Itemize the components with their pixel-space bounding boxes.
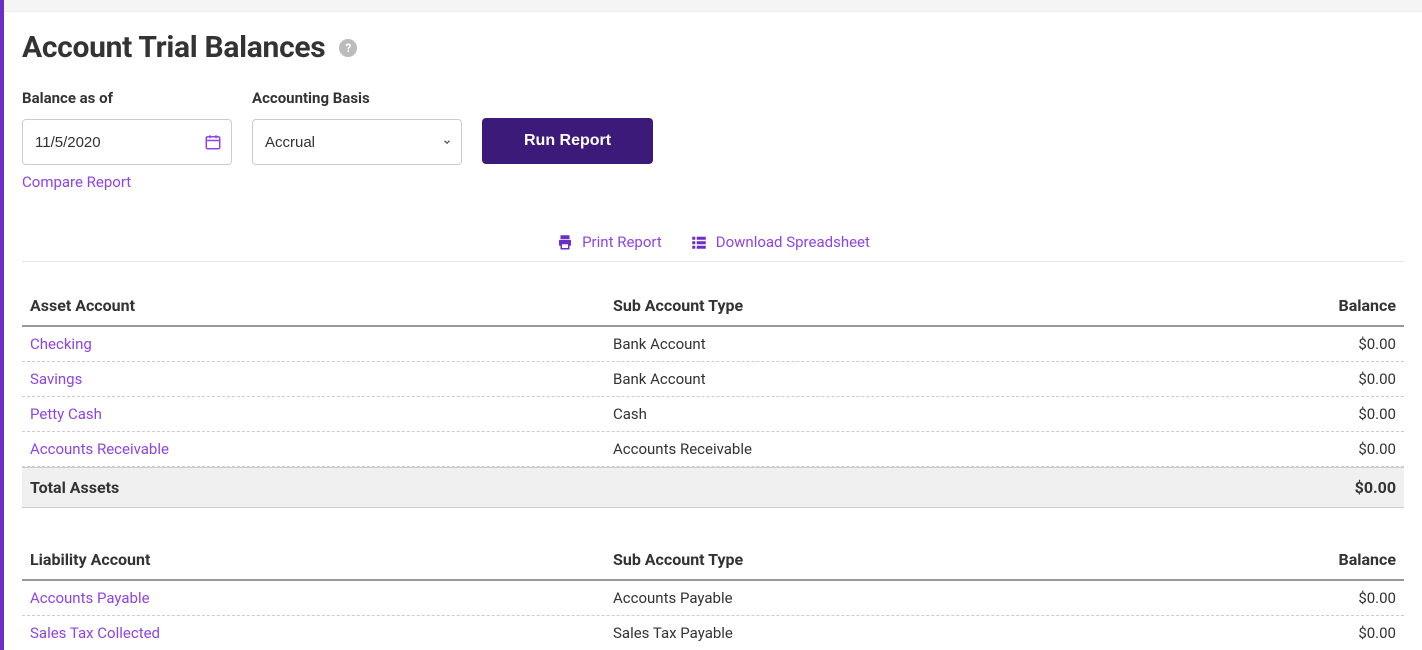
sub-account-cell: Sales Tax Payable <box>613 624 1196 642</box>
sub-account-cell: Bank Account <box>613 370 1196 388</box>
print-icon <box>556 233 574 251</box>
sub-account-cell: Cash <box>613 405 1196 423</box>
balance-date-input[interactable] <box>22 119 232 165</box>
balance-cell: $0.00 <box>1196 405 1396 423</box>
accounting-basis-label: Accounting Basis <box>252 89 462 107</box>
sub-account-cell: Accounts Receivable <box>613 440 1196 458</box>
balance-cell: $0.00 <box>1196 589 1396 607</box>
balance-cell: $0.00 <box>1196 335 1396 353</box>
actions-row: Print Report Download Spreadsheet <box>22 215 1404 262</box>
print-report-link[interactable]: Print Report <box>556 233 662 251</box>
liabilities-table: Liability Account Sub Account Type Balan… <box>22 540 1404 650</box>
sub-account-cell: Bank Account <box>613 335 1196 353</box>
section-gap <box>22 508 1404 540</box>
balance-date-label: Balance as of <box>22 89 232 107</box>
balance-date-group: Balance as of Compare Report <box>22 89 232 191</box>
total-assets-value: $0.00 <box>1196 478 1396 497</box>
spreadsheet-icon <box>690 233 708 251</box>
help-icon[interactable]: ? <box>339 39 357 57</box>
table-row: Sales Tax Collected Sales Tax Payable $0… <box>22 616 1404 650</box>
assets-table: Asset Account Sub Account Type Balance C… <box>22 286 1404 508</box>
account-link[interactable]: Accounts Receivable <box>30 440 613 458</box>
table-row: Petty Cash Cash $0.00 <box>22 397 1404 432</box>
date-input-wrap <box>22 119 232 165</box>
table-row: Accounts Receivable Accounts Receivable … <box>22 432 1404 467</box>
sub-account-cell: Accounts Payable <box>613 589 1196 607</box>
table-row: Savings Bank Account $0.00 <box>22 362 1404 397</box>
assets-header-account: Asset Account <box>30 296 613 315</box>
assets-header-sub: Sub Account Type <box>613 296 1196 315</box>
liabilities-header-account: Liability Account <box>30 550 613 569</box>
basis-select-wrap: Accrual <box>252 119 462 165</box>
liabilities-header-balance: Balance <box>1196 550 1396 569</box>
account-link[interactable]: Accounts Payable <box>30 589 613 607</box>
run-report-button[interactable]: Run Report <box>482 118 653 164</box>
compare-report-link[interactable]: Compare Report <box>22 173 232 191</box>
page-title-row: Account Trial Balances ? <box>22 30 1404 65</box>
top-bar <box>4 0 1422 12</box>
liabilities-header-sub: Sub Account Type <box>613 550 1196 569</box>
balance-cell: $0.00 <box>1196 440 1396 458</box>
accounting-basis-select[interactable]: Accrual <box>252 119 462 165</box>
balance-cell: $0.00 <box>1196 624 1396 642</box>
page-title: Account Trial Balances <box>22 30 325 65</box>
download-spreadsheet-label: Download Spreadsheet <box>716 233 870 251</box>
account-link[interactable]: Savings <box>30 370 613 388</box>
account-link[interactable]: Checking <box>30 335 613 353</box>
download-spreadsheet-link[interactable]: Download Spreadsheet <box>690 233 870 251</box>
account-link[interactable]: Sales Tax Collected <box>30 624 613 642</box>
balance-cell: $0.00 <box>1196 370 1396 388</box>
main-content: Account Trial Balances ? Balance as of C… <box>4 12 1422 650</box>
assets-total-row: Total Assets $0.00 <box>22 467 1404 508</box>
total-assets-label: Total Assets <box>30 478 613 497</box>
assets-table-header: Asset Account Sub Account Type Balance <box>22 286 1404 327</box>
account-link[interactable]: Petty Cash <box>30 405 613 423</box>
accounting-basis-group: Accounting Basis Accrual <box>252 89 462 165</box>
liabilities-table-header: Liability Account Sub Account Type Balan… <box>22 540 1404 581</box>
print-report-label: Print Report <box>582 233 662 251</box>
table-row: Accounts Payable Accounts Payable $0.00 <box>22 581 1404 616</box>
filters-row: Balance as of Compare Report Accounting … <box>22 89 1404 191</box>
table-row: Checking Bank Account $0.00 <box>22 327 1404 362</box>
assets-header-balance: Balance <box>1196 296 1396 315</box>
